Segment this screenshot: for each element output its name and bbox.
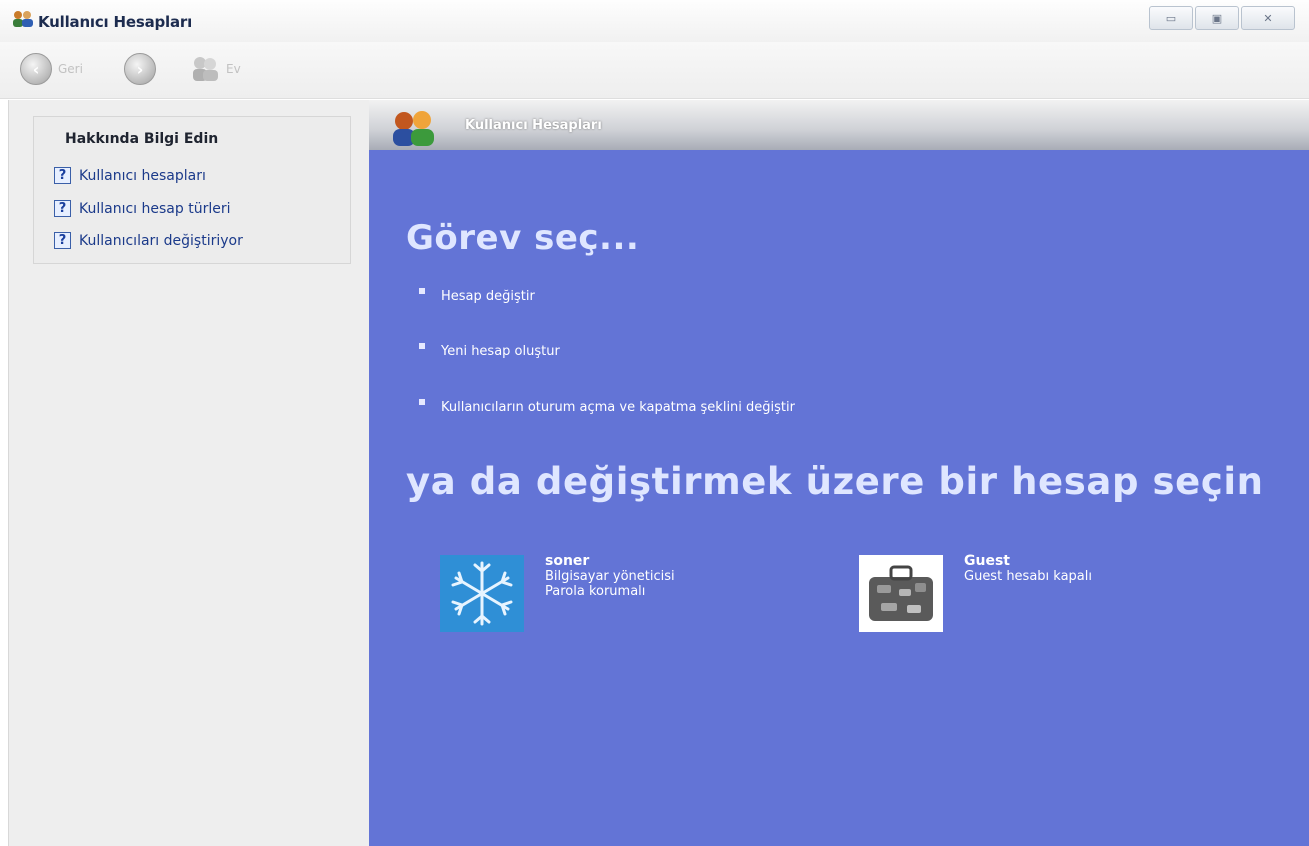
help-icon: ?	[54, 232, 71, 249]
bullet-icon	[419, 342, 425, 349]
task-create-account[interactable]: Yeni hesap oluştur	[419, 342, 560, 359]
task-label: Yeni hesap oluştur	[441, 344, 560, 359]
learn-about-box: Hakkında Bilgi Edin ? Kullanıcı hesaplar…	[33, 116, 351, 264]
snowflake-avatar-icon	[440, 555, 524, 632]
account-soner[interactable]: soner Bilgisayar yöneticisi Parola korum…	[440, 553, 675, 632]
help-icon: ?	[54, 167, 71, 184]
task-change-account[interactable]: Hesap değiştir	[419, 287, 535, 304]
back-arrow-icon: ‹	[20, 53, 52, 85]
maximize-icon: ▣	[1211, 11, 1223, 25]
help-link-user-accounts[interactable]: ? Kullanıcı hesapları	[54, 167, 206, 184]
user-accounts-icon	[393, 111, 434, 146]
minimize-icon: ▭	[1165, 11, 1177, 25]
forward-button[interactable]: ›	[124, 52, 156, 86]
account-name: soner	[545, 553, 590, 569]
toolbar: ‹ Geri › Ev	[0, 42, 1309, 99]
account-password-status: Parola korumalı	[545, 584, 646, 599]
bullet-icon	[419, 287, 425, 294]
account-guest[interactable]: Guest Guest hesabı kapalı	[859, 553, 1092, 632]
home-label: Ev	[226, 62, 241, 76]
users-home-icon	[193, 57, 218, 81]
bullet-icon	[419, 398, 425, 405]
back-label: Geri	[58, 62, 83, 76]
main-panel: Kullanıcı Hesapları Görev seç... Hesap d…	[369, 100, 1309, 846]
task-label: Hesap değiştir	[441, 289, 535, 304]
task-change-logon[interactable]: Kullanıcıların oturum açma ve kapatma şe…	[419, 398, 795, 415]
close-button[interactable]: ✕	[1241, 6, 1295, 30]
help-link-label: Kullanıcı hesapları	[79, 167, 206, 184]
suitcase-avatar-icon	[859, 555, 943, 632]
maximize-button[interactable]: ▣	[1195, 6, 1239, 30]
users-app-icon	[13, 11, 33, 27]
help-link-switching-users[interactable]: ? Kullanıcıları değiştiriyor	[54, 232, 243, 249]
help-icon: ?	[54, 200, 71, 217]
pick-account-title: ya da değiştirmek üzere bir hesap seçin	[406, 460, 1264, 503]
help-link-label: Kullanıcı hesap türleri	[79, 200, 231, 217]
account-type: Bilgisayar yöneticisi	[545, 569, 675, 584]
close-icon: ✕	[1263, 11, 1273, 25]
home-button[interactable]: Ev	[190, 52, 241, 86]
back-button[interactable]: ‹ Geri	[20, 52, 83, 86]
forward-arrow-icon: ›	[124, 53, 156, 85]
pick-task-title: Görev seç...	[406, 218, 640, 258]
main-header-title: Kullanıcı Hesapları	[465, 118, 602, 133]
task-label: Kullanıcıların oturum açma ve kapatma şe…	[441, 400, 795, 415]
help-link-account-types[interactable]: ? Kullanıcı hesap türleri	[54, 200, 230, 217]
help-link-label: Kullanıcıları değiştiriyor	[79, 232, 243, 249]
window-title: Kullanıcı Hesapları	[38, 13, 193, 31]
title-bar: Kullanıcı Hesapları ▭ ▣ ✕	[0, 0, 1309, 42]
account-status: Guest hesabı kapalı	[964, 569, 1092, 584]
account-name: Guest	[964, 553, 1010, 569]
left-panel: Hakkında Bilgi Edin ? Kullanıcı hesaplar…	[8, 100, 369, 846]
main-header: Kullanıcı Hesapları	[369, 100, 1309, 150]
learn-about-title: Hakkında Bilgi Edin	[65, 131, 219, 147]
minimize-button[interactable]: ▭	[1149, 6, 1193, 30]
